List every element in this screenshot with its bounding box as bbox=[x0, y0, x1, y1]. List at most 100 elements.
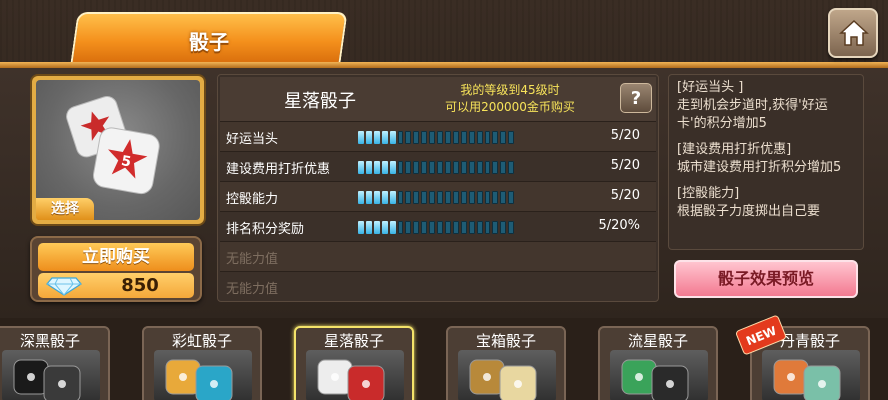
dice-card-name: 深黑骰子 bbox=[19, 332, 80, 350]
attribute-value: 5/20% bbox=[598, 218, 640, 233]
level-segment bbox=[358, 221, 364, 234]
requirement-line-1: 我的等级到45级时 bbox=[460, 83, 560, 97]
description-paragraph-2: [建设费用打折优惠] 城市建设费用打折积分增加5 bbox=[677, 142, 842, 175]
question-icon: ? bbox=[630, 88, 642, 109]
select-label[interactable]: 选择 bbox=[36, 198, 94, 220]
level-segment bbox=[460, 221, 467, 234]
level-segment bbox=[358, 131, 364, 144]
level-segment bbox=[452, 161, 459, 174]
level-segment bbox=[421, 161, 428, 174]
level-segment bbox=[421, 131, 428, 144]
attribute-label: 无能力值 bbox=[226, 252, 279, 267]
dice-card[interactable]: 深黑骰子 bbox=[0, 326, 110, 400]
attribute-label: 排名积分奖励 bbox=[226, 222, 305, 237]
level-segment bbox=[421, 221, 428, 234]
level-segment bbox=[413, 131, 420, 144]
level-segment bbox=[358, 191, 364, 204]
level-segment bbox=[444, 221, 451, 234]
level-segment bbox=[389, 221, 396, 234]
level-segment bbox=[484, 221, 491, 234]
dice-card-image bbox=[154, 350, 252, 400]
dice-card[interactable]: 彩虹骰子 bbox=[142, 326, 262, 400]
dice-card[interactable]: 流星骰子 bbox=[598, 326, 718, 400]
level-segment bbox=[500, 131, 507, 144]
requirement-line-2: 可以用200000金币购买 bbox=[445, 100, 575, 114]
dice-card-image bbox=[458, 350, 556, 400]
level-segment bbox=[492, 221, 499, 234]
level-segment bbox=[397, 191, 404, 204]
level-segment bbox=[508, 221, 515, 234]
level-segment bbox=[508, 191, 515, 204]
description-paragraph-1: [好运当头 ] 走到机会步道时,获得'好运卡'的积分增加5 bbox=[677, 80, 828, 131]
level-segment bbox=[397, 221, 404, 234]
level-segment bbox=[476, 161, 483, 174]
level-segment bbox=[492, 191, 499, 204]
attribute-value: 5/20 bbox=[610, 158, 640, 173]
attribute-row: 好运当头 5/20 bbox=[220, 121, 656, 151]
level-segment bbox=[476, 191, 483, 204]
level-segment bbox=[413, 191, 420, 204]
attribute-label: 建设费用打折优惠 bbox=[226, 162, 331, 177]
attribute-row: 无能力值 bbox=[220, 271, 656, 301]
help-button[interactable]: ? bbox=[620, 83, 652, 113]
effect-preview-button[interactable]: 骰子效果预览 bbox=[674, 260, 858, 298]
effect-description[interactable]: [好运当头 ] 走到机会步道时,获得'好运卡'的积分增加5 [建设费用打折优惠]… bbox=[668, 74, 864, 250]
level-segment bbox=[452, 131, 459, 144]
level-segment bbox=[373, 191, 380, 204]
dice-image: 5 选择 bbox=[36, 80, 200, 220]
level-segment bbox=[429, 221, 436, 234]
attribute-label: 好运当头 bbox=[226, 132, 279, 147]
level-segment bbox=[405, 131, 412, 144]
dice-card-image bbox=[306, 350, 404, 400]
level-segment bbox=[405, 221, 412, 234]
level-segment bbox=[373, 131, 380, 144]
level-segment bbox=[484, 161, 491, 174]
level-segment bbox=[381, 131, 388, 144]
level-segment bbox=[405, 191, 412, 204]
level-segment bbox=[373, 221, 380, 234]
level-segment bbox=[421, 191, 428, 204]
level-segment bbox=[508, 161, 515, 174]
home-button[interactable] bbox=[828, 8, 878, 58]
level-segment bbox=[381, 161, 388, 174]
dice-card[interactable]: 宝箱骰子 bbox=[446, 326, 566, 400]
dice-card-name: 星落骰子 bbox=[323, 332, 384, 350]
attribute-label: 控骰能力 bbox=[226, 192, 279, 207]
level-segment bbox=[437, 221, 443, 234]
level-segment bbox=[389, 161, 396, 174]
buy-now-button[interactable]: 立即购买 850 bbox=[30, 236, 202, 302]
description-paragraph-3: [控骰能力] 根据骰子力度掷出自己要 bbox=[677, 186, 821, 219]
level-segment bbox=[484, 131, 491, 144]
level-segment bbox=[468, 191, 475, 204]
dice-card-name: 彩虹骰子 bbox=[171, 332, 232, 350]
level-segment bbox=[500, 161, 507, 174]
level-segment bbox=[444, 191, 451, 204]
level-segment bbox=[397, 131, 404, 144]
level-segment bbox=[476, 131, 483, 144]
dice-preview[interactable]: 5 选择 bbox=[32, 76, 204, 224]
level-segment bbox=[437, 191, 443, 204]
level-segment bbox=[358, 161, 364, 174]
level-segment bbox=[468, 131, 475, 144]
price-value: 850 bbox=[121, 275, 159, 296]
dice-card[interactable]: 星落骰子 bbox=[294, 326, 414, 400]
dice-title: 星落骰子 bbox=[284, 91, 356, 112]
level-segment bbox=[397, 161, 404, 174]
attribute-row: 无能力值 bbox=[220, 241, 656, 271]
purchase-requirement: 我的等级到45级时 可以用200000金币购买 bbox=[400, 82, 620, 116]
level-segment bbox=[405, 161, 412, 174]
attribute-table: 星落骰子 我的等级到45级时 可以用200000金币购买 ? 好运当头 5/20 建… bbox=[217, 74, 659, 302]
level-segment bbox=[460, 191, 467, 204]
level-segment bbox=[500, 221, 507, 234]
attribute-row: 建设费用打折优惠 5/20 bbox=[220, 151, 656, 181]
level-segment bbox=[444, 161, 451, 174]
dice-card-image bbox=[762, 350, 860, 400]
level-segment bbox=[452, 191, 459, 204]
attribute-row: 控骰能力 5/20 bbox=[220, 181, 656, 211]
level-segment bbox=[365, 161, 372, 174]
level-segment bbox=[492, 131, 499, 144]
attribute-level-bar bbox=[358, 161, 515, 174]
level-segment bbox=[460, 161, 467, 174]
level-segment bbox=[365, 221, 372, 234]
level-segment bbox=[365, 131, 372, 144]
